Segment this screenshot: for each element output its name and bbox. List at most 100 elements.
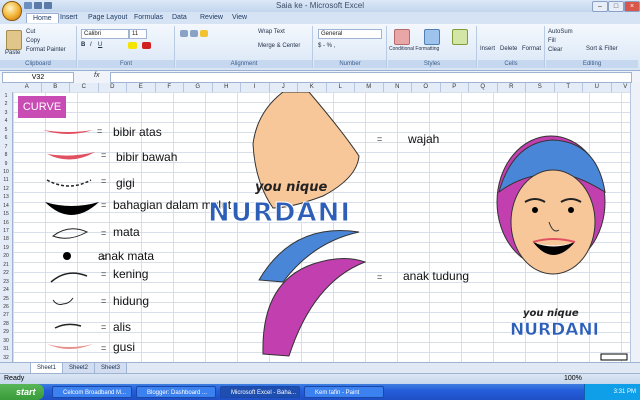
column-header[interactable]: T (555, 83, 583, 92)
column-header[interactable]: R (498, 83, 526, 92)
column-header[interactable]: P (441, 83, 469, 92)
copy-button[interactable]: Copy (26, 38, 40, 44)
row-header[interactable]: 18 (0, 235, 12, 243)
delete-cells-button[interactable]: Delete (500, 46, 517, 52)
row-header[interactable]: 2 (0, 100, 12, 108)
column-header[interactable]: G (184, 83, 213, 92)
column-header[interactable]: B (42, 83, 70, 92)
taskbar-item-blogger[interactable]: Blogger: Dashboard ... (136, 386, 216, 398)
column-header[interactable]: F (156, 83, 184, 92)
italic-button[interactable]: I (90, 42, 92, 48)
column-header[interactable]: M (355, 83, 384, 92)
row-header[interactable]: 17 (0, 227, 12, 235)
tab-formulas[interactable]: Formulas (134, 14, 163, 21)
close-button[interactable]: × (624, 1, 640, 12)
vertical-scrollbar[interactable] (630, 83, 640, 362)
column-header[interactable]: D (99, 83, 127, 92)
wrap-text-button[interactable]: Wrap Text (258, 29, 285, 35)
row-header[interactable]: 4 (0, 117, 12, 125)
font-color-icon[interactable] (142, 42, 151, 49)
row-header[interactable]: 12 (0, 185, 12, 193)
row-header[interactable]: 14 (0, 202, 12, 210)
column-header[interactable]: J (270, 83, 298, 92)
format-cells-button[interactable]: Format (522, 46, 541, 52)
row-header[interactable]: 19 (0, 244, 12, 252)
bold-button[interactable]: B (81, 42, 85, 48)
row-header[interactable]: 31 (0, 345, 12, 353)
taskbar-item-excel[interactable]: Microsoft Excel - Baha... (220, 386, 300, 398)
tab-page-layout[interactable]: Page Layout (88, 14, 127, 21)
font-size-combo[interactable]: 11 (129, 29, 147, 39)
row-header[interactable]: 3 (0, 109, 12, 117)
row-header[interactable]: 9 (0, 160, 12, 168)
align-bottom-icon[interactable] (200, 30, 208, 37)
cell-styles-icon[interactable] (452, 29, 468, 45)
tab-view[interactable]: View (232, 14, 247, 21)
zoom-level[interactable]: 100% (564, 375, 582, 382)
row-header[interactable]: 21 (0, 261, 12, 269)
row-header[interactable]: 1 (0, 92, 12, 100)
row-header[interactable]: 22 (0, 269, 12, 277)
row-header[interactable]: 5 (0, 126, 12, 134)
tab-insert[interactable]: Insert (60, 14, 78, 21)
column-header[interactable]: L (327, 83, 355, 92)
row-header[interactable]: 16 (0, 219, 12, 227)
row-header[interactable]: 15 (0, 210, 12, 218)
cut-button[interactable]: Cut (26, 29, 35, 35)
column-header[interactable]: K (298, 83, 327, 92)
column-header[interactable]: U (583, 83, 612, 92)
row-header[interactable]: 25 (0, 295, 12, 303)
fill-button[interactable]: Fill (548, 38, 556, 44)
column-header[interactable]: I (241, 83, 270, 92)
minimize-button[interactable]: – (592, 1, 608, 12)
row-header[interactable]: 28 (0, 320, 12, 328)
column-header[interactable]: N (384, 83, 412, 92)
tab-home[interactable]: Home (26, 13, 59, 23)
row-header[interactable]: 26 (0, 303, 12, 311)
row-header[interactable]: 29 (0, 328, 12, 336)
office-button[interactable] (2, 1, 22, 21)
fill-color-icon[interactable] (128, 42, 137, 49)
column-header[interactable]: S (526, 83, 555, 92)
row-header[interactable]: 10 (0, 168, 12, 176)
format-painter-button[interactable]: Format Painter (26, 47, 66, 53)
merge-center-button[interactable]: Merge & Center (258, 43, 300, 49)
format-table-icon[interactable] (424, 29, 440, 45)
column-header[interactable]: A (13, 83, 42, 92)
column-header[interactable]: O (412, 83, 441, 92)
underline-button[interactable]: U (98, 42, 102, 48)
maximize-button[interactable]: □ (608, 1, 624, 12)
column-header[interactable]: Q (469, 83, 498, 92)
paste-icon[interactable] (6, 30, 22, 50)
align-top-icon[interactable] (180, 30, 188, 37)
start-button[interactable]: start (0, 384, 44, 400)
row-header[interactable]: 20 (0, 252, 12, 260)
number-format-combo[interactable]: General (318, 29, 382, 39)
align-middle-icon[interactable] (190, 30, 198, 37)
row-header[interactable]: 7 (0, 143, 12, 151)
tab-data[interactable]: Data (172, 14, 187, 21)
insert-cells-button[interactable]: Insert (480, 46, 495, 52)
row-header[interactable]: 8 (0, 151, 12, 159)
sort-filter-button[interactable]: Sort & Filter (586, 46, 618, 52)
tab-review[interactable]: Review (200, 14, 223, 21)
taskbar-item-celcom[interactable]: Celcom Broadband M... (52, 386, 132, 398)
name-box[interactable]: V32 (2, 72, 74, 83)
row-header[interactable]: 32 (0, 354, 12, 362)
autosum-button[interactable]: AutoSum (548, 29, 573, 35)
column-header[interactable]: C (70, 83, 99, 92)
taskbar-item-paint[interactable]: Kem tafin - Paint (304, 386, 384, 398)
currency-button[interactable]: $ - % , (318, 43, 335, 49)
formula-input[interactable] (110, 72, 632, 83)
row-header[interactable]: 6 (0, 134, 12, 142)
row-header[interactable]: 13 (0, 193, 12, 201)
row-header[interactable]: 27 (0, 311, 12, 319)
conditional-format-icon[interactable] (394, 29, 410, 45)
conditional-format-button[interactable]: Conditional Formatting (389, 46, 439, 52)
clear-button[interactable]: Clear (548, 47, 562, 53)
worksheet-grid[interactable]: CURVE = bibir atas = bibir bawah = gigi … (13, 92, 630, 362)
font-name-combo[interactable]: Calibri (81, 29, 129, 39)
row-header[interactable]: 11 (0, 176, 12, 184)
column-header[interactable]: E (127, 83, 156, 92)
row-header[interactable]: 30 (0, 337, 12, 345)
